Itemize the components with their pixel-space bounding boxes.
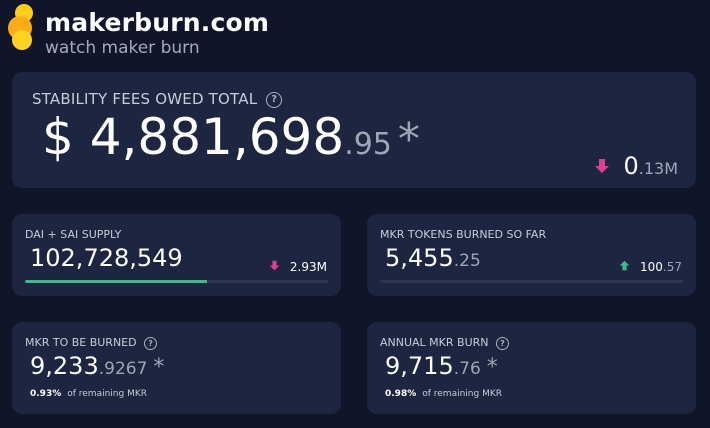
stability-fees-label: STABILITY FEES OWED TOTAL ? (32, 90, 283, 108)
burned-progress-bar (380, 280, 683, 283)
help-icon[interactable]: ? (144, 336, 158, 350)
stability-fees-card: STABILITY FEES OWED TOTAL ? $ 4,881,698.… (12, 72, 696, 188)
supply-change: 2.93M (269, 260, 327, 274)
mkr-burned-card: MKR TOKENS BURNED SO FAR 5,455.25 100.57 (367, 214, 696, 296)
supply-progress-bar (25, 280, 328, 283)
estimate-asterisk: * (397, 114, 420, 165)
mkr-to-be-burned-card: MKR TO BE BURNED ? 9,233.9267 * 0.93% of r… (12, 322, 341, 414)
to-be-burned-label: MKR TO BE BURNED ? (25, 336, 158, 350)
help-icon[interactable]: ? (266, 91, 283, 108)
supply-progress-fill (25, 280, 207, 283)
annual-mkr-burn-card: ANNUAL MKR BURN ? 9,715.76 * 0.98% of rema… (367, 322, 696, 414)
site-title[interactable]: makerburn.com (45, 8, 269, 37)
to-be-burned-value: 9,233.9267 * (30, 352, 165, 380)
help-icon[interactable]: ? (496, 336, 509, 350)
supply-value: 102,728,549 (30, 244, 183, 272)
stability-fees-change: 0.13M (594, 152, 678, 180)
supply-label: DAI + SAI SUPPLY (25, 228, 122, 241)
stability-fees-value: $ 4,881,698.95 * (42, 108, 420, 166)
burned-value: 5,455.25 (385, 244, 481, 272)
site-header: makerburn.com watch maker burn (0, 0, 710, 66)
burned-change: 100.57 (619, 260, 682, 274)
annual-burn-note: 0.98% of remaining MKR (385, 389, 502, 399)
site-tagline: watch maker burn (45, 38, 200, 58)
arrow-down-icon (269, 260, 284, 274)
arrow-up-icon (619, 260, 634, 274)
estimate-asterisk: * (153, 355, 165, 380)
to-be-burned-note: 0.93% of remaining MKR (30, 389, 147, 399)
burned-label: MKR TOKENS BURNED SO FAR (380, 228, 547, 241)
annual-burn-value: 9,715.76 * (385, 352, 498, 380)
dai-sai-supply-card: DAI + SAI SUPPLY 102,728,549 2.93M (12, 214, 341, 296)
arrow-down-icon (594, 158, 616, 179)
estimate-asterisk: * (486, 355, 498, 380)
makerburn-logo-icon[interactable] (6, 4, 40, 52)
annual-burn-label: ANNUAL MKR BURN ? (380, 336, 509, 350)
